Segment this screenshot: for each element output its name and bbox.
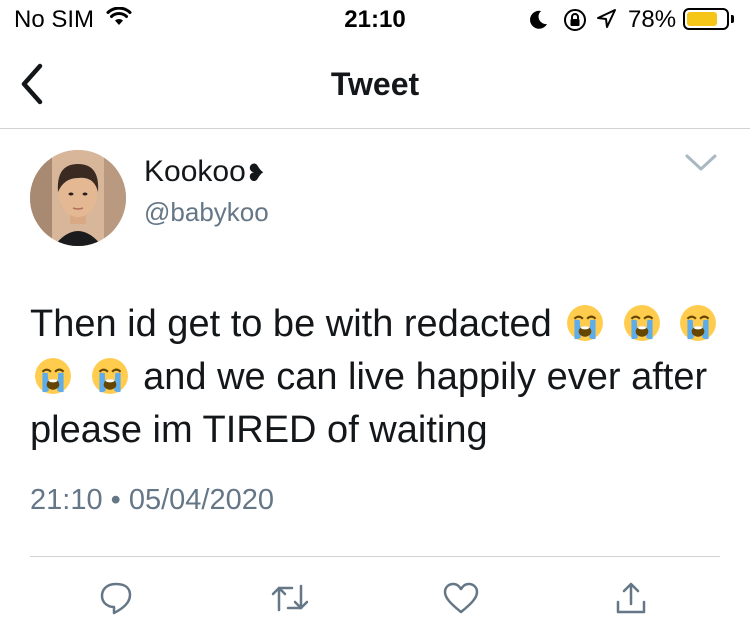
moon-icon <box>527 9 549 36</box>
like-button[interactable] <box>437 580 485 620</box>
navigation-bar: Tweet <box>0 42 750 129</box>
chevron-down-icon[interactable] <box>684 152 718 179</box>
retweet-button[interactable] <box>266 580 314 620</box>
crying-face-emoji <box>34 357 72 395</box>
page-title: Tweet <box>330 66 420 102</box>
battery-percent: 78% <box>628 6 677 33</box>
user-handle[interactable]: @babykoo <box>144 197 269 228</box>
tweet-timestamp[interactable]: 21:10 • 05/04/2020 <box>30 484 274 517</box>
tweet-text-part1: Then id get to be with redacted <box>30 303 552 345</box>
crying-face-emoji <box>566 304 604 342</box>
battery-cap <box>731 15 734 23</box>
divider <box>30 556 720 557</box>
display-name-text: Kookoo <box>144 155 246 188</box>
tweet-text-part2: and we can live happily ever after pleas… <box>30 356 708 451</box>
share-icon <box>614 580 648 621</box>
display-name[interactable]: Kookoo❥ <box>144 155 266 189</box>
heart-arrow-glyph: ❥ <box>245 160 266 187</box>
battery-level-fill <box>687 12 717 26</box>
battery-icon <box>683 8 729 30</box>
share-button[interactable] <box>607 580 655 620</box>
crying-face-emoji <box>623 304 661 342</box>
status-bar: No SIM 21:10 78% <box>0 0 750 42</box>
orientation-lock-icon <box>562 7 588 38</box>
retweet-icon <box>270 580 310 621</box>
reply-button[interactable] <box>92 580 140 620</box>
location-icon <box>596 8 618 35</box>
crying-face-emoji <box>91 357 129 395</box>
tweet-text: Then id get to be with redacted and we c… <box>30 298 730 457</box>
avatar[interactable] <box>30 150 126 246</box>
like-icon <box>442 581 480 620</box>
crying-face-emoji <box>679 304 717 342</box>
reply-icon <box>98 580 134 621</box>
